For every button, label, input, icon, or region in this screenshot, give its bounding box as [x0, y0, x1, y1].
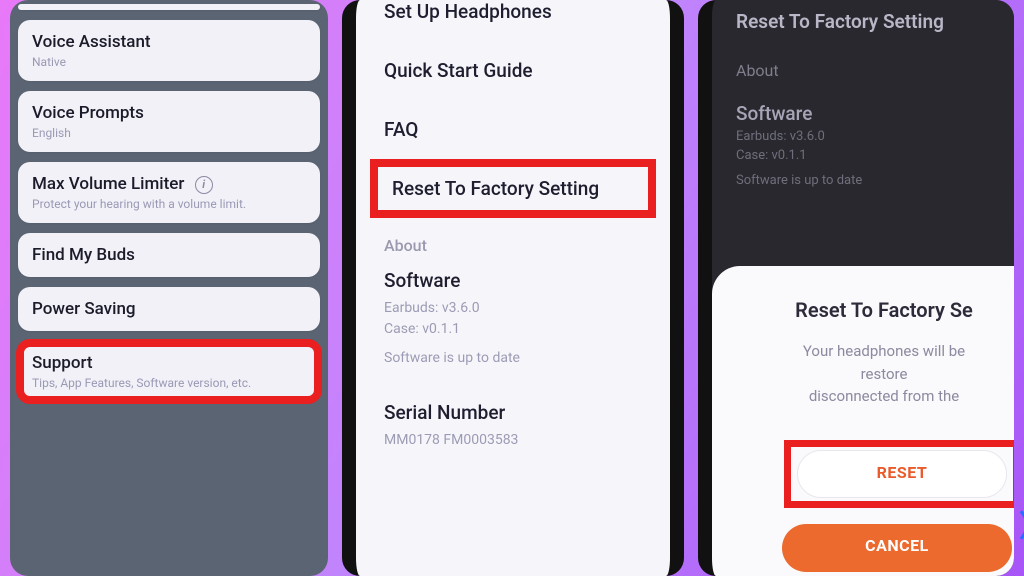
item-voice-assistant[interactable]: Voice Assistant Native — [18, 20, 320, 81]
item-faq[interactable]: FAQ — [362, 100, 664, 159]
section-about-label: About — [362, 218, 664, 265]
item-title: Power Saving — [32, 299, 306, 319]
sheet-title: Reset To Factory Se — [782, 298, 986, 322]
bg-software-status: Software is up to date — [736, 173, 990, 188]
item-subtitle: Protect your hearing with a volume limit… — [32, 197, 306, 211]
software-title: Software — [384, 269, 642, 292]
bg-software-title: Software — [736, 102, 990, 125]
item-voice-prompts[interactable]: Voice Prompts English — [18, 91, 320, 152]
sheet-message: Your headphones will be restore disconne… — [782, 340, 986, 408]
item-software[interactable]: Software Earbuds: v3.6.0 Case: v0.1.1 So… — [362, 265, 664, 379]
item-title: Voice Assistant — [32, 32, 306, 52]
info-icon[interactable]: i — [195, 176, 213, 194]
bg-about-label: About — [736, 61, 990, 80]
screenshot-settings-list: Voice Assistant Native Voice Prompts Eng… — [10, 0, 328, 576]
serial-value: MM0178 FM0003583 — [384, 430, 642, 451]
bg-software-l1: Earbuds: v3.6.0 — [736, 129, 990, 144]
item-serial-number[interactable]: Serial Number MM0178 FM0003583 — [362, 397, 664, 461]
highlight-reset: RESET — [784, 440, 1014, 508]
item-title: Support — [32, 353, 306, 373]
item-find-my-buds[interactable]: Find My Buds — [18, 233, 320, 277]
serial-title: Serial Number — [384, 401, 642, 424]
reset-button[interactable]: RESET — [797, 450, 1007, 498]
item-title: Voice Prompts — [32, 103, 306, 123]
item-setup-headphones[interactable]: Set Up Headphones — [362, 0, 664, 41]
item-power-saving[interactable]: Power Saving — [18, 287, 320, 331]
item-reset-factory[interactable]: Reset To Factory Setting — [370, 159, 656, 218]
software-case: Case: v0.1.1 — [384, 319, 642, 340]
cancel-button[interactable]: CANCEL — [782, 524, 1012, 572]
card-peek-top — [18, 4, 320, 10]
screenshot-support-section: Set Up Headphones Quick Start Guide FAQ … — [342, 0, 684, 576]
item-title: Find My Buds — [32, 245, 306, 265]
software-status: Software is up to date — [384, 348, 642, 369]
screenshot-reset-dialog: Reset To Factory Setting About Software … — [698, 0, 1014, 576]
bg-header: Reset To Factory Setting — [736, 10, 990, 33]
bg-software-l2: Case: v0.1.1 — [736, 148, 990, 163]
item-title: Max Volume Limiter i — [32, 174, 306, 194]
item-subtitle: English — [32, 126, 306, 140]
item-support[interactable]: Support Tips, App Features, Software ver… — [18, 341, 320, 402]
software-earbuds: Earbuds: v3.6.0 — [384, 298, 642, 319]
item-quick-start-guide[interactable]: Quick Start Guide — [362, 41, 664, 100]
decorative-arc-icon — [986, 504, 1024, 546]
item-max-volume-limiter[interactable]: Max Volume Limiter i Protect your hearin… — [18, 162, 320, 223]
item-subtitle: Native — [32, 55, 306, 69]
bottom-sheet: Reset To Factory Se Your headphones will… — [712, 266, 1014, 576]
item-subtitle: Tips, App Features, Software version, et… — [32, 376, 306, 390]
